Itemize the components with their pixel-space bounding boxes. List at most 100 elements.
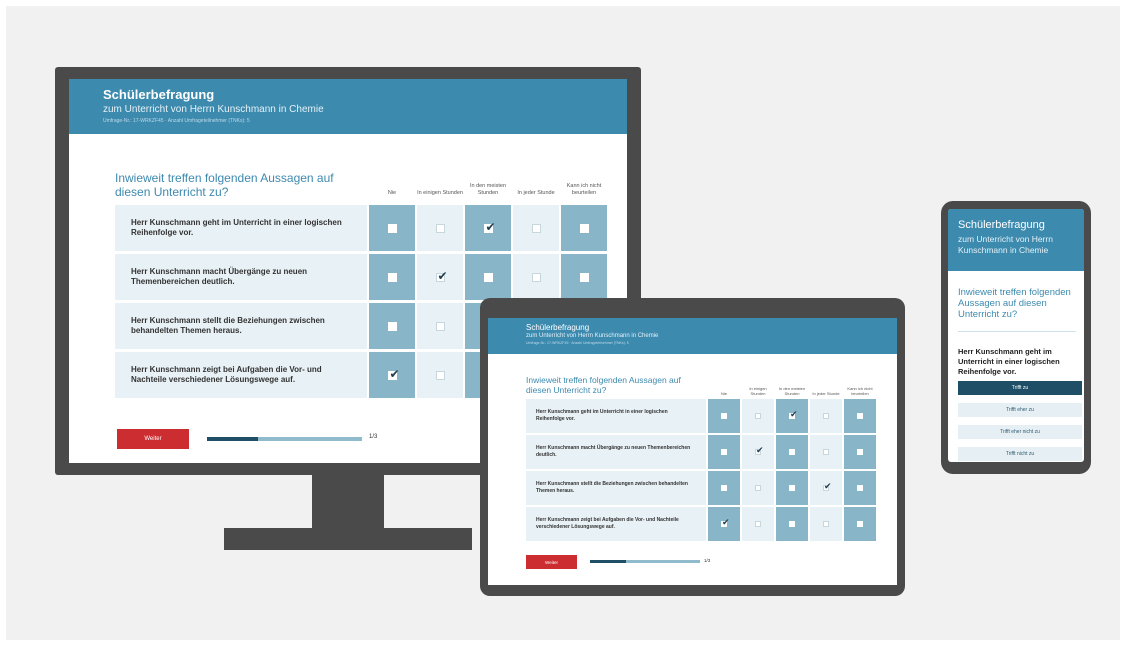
statement-text: Herr Kunschmann macht Übergänge zu neuen…: [526, 435, 706, 469]
checkbox[interactable]: [823, 449, 829, 455]
answer-cell[interactable]: [776, 435, 808, 469]
statement-text: Herr Kunschmann geht im Unterricht in ei…: [526, 399, 706, 433]
survey-header: Schülerbefragung zum Unterricht von Herr…: [69, 79, 627, 134]
answer-cell[interactable]: [742, 435, 774, 469]
question-heading: Inwieweit treffen folgenden Aussagen auf…: [115, 171, 334, 199]
answer-cell[interactable]: [810, 399, 842, 433]
answer-cell[interactable]: [417, 303, 463, 349]
answer-option[interactable]: Trifft eher zu: [958, 403, 1082, 417]
column-header: In jeder Stunde: [517, 190, 555, 196]
checkbox[interactable]: [823, 413, 829, 419]
checkbox[interactable]: [857, 521, 863, 527]
statement-text: Herr Kunschmann stellt die Beziehungen z…: [526, 471, 706, 505]
answer-cell[interactable]: [810, 507, 842, 541]
checkbox[interactable]: [387, 223, 397, 233]
survey-meta: Umfrage-Nr.: 17-WRKZF45 · Anzahl Umfrage…: [526, 341, 629, 345]
checkbox[interactable]: [857, 485, 863, 491]
answer-cell[interactable]: [708, 507, 740, 541]
answer-cell[interactable]: [417, 352, 463, 398]
answer-option[interactable]: Trifft zu: [958, 381, 1082, 395]
answer-cell[interactable]: [708, 435, 740, 469]
checkbox[interactable]: [483, 272, 493, 282]
question-row: Herr Kunschmann stellt die Beziehungen z…: [526, 471, 876, 505]
column-header: Kann ich nicht beurteilen: [847, 386, 873, 396]
answer-cell[interactable]: [776, 507, 808, 541]
checkbox[interactable]: [789, 485, 795, 491]
checkbox[interactable]: [387, 272, 397, 282]
question-heading: Inwieweit treffen folgenden Aussagen auf…: [958, 287, 1071, 320]
checkbox-checked[interactable]: [483, 220, 496, 234]
checkbox[interactable]: [823, 521, 829, 527]
checkbox[interactable]: [789, 449, 795, 455]
answer-cell[interactable]: [561, 254, 607, 300]
answer-cell[interactable]: [465, 254, 511, 300]
checkbox[interactable]: [755, 413, 761, 419]
survey-meta: Umfrage-Nr.: 17-WRKZF45 · Anzahl Umfrage…: [103, 118, 250, 124]
page-indicator: 1/3: [369, 434, 378, 440]
question-row: Herr Kunschmann macht Übergänge zu neuen…: [115, 254, 607, 300]
checkbox-checked[interactable]: [823, 482, 832, 492]
column-header: Kann ich nicht beurteilen: [566, 183, 602, 196]
checkbox[interactable]: [435, 321, 445, 331]
checkbox[interactable]: [857, 449, 863, 455]
answer-cell[interactable]: [369, 254, 415, 300]
answer-cell[interactable]: [369, 352, 415, 398]
next-button[interactable]: Weiter: [117, 429, 189, 449]
question-row: Herr Kunschmann geht im Unterricht in ei…: [115, 205, 607, 251]
answer-cell[interactable]: [708, 399, 740, 433]
checkbox[interactable]: [857, 413, 863, 419]
checkbox[interactable]: [755, 521, 761, 527]
checkbox-checked[interactable]: [755, 446, 764, 456]
answer-cell[interactable]: [369, 205, 415, 251]
answer-cell[interactable]: [513, 254, 559, 300]
answer-cell[interactable]: [369, 303, 415, 349]
answer-cell[interactable]: [742, 507, 774, 541]
answer-cell[interactable]: [417, 254, 463, 300]
checkbox[interactable]: [721, 449, 727, 455]
answer-cell[interactable]: [742, 399, 774, 433]
checkbox-checked[interactable]: [789, 410, 798, 420]
survey-header: Schülerbefragung zum Unterricht von Herr…: [948, 209, 1084, 271]
answer-cell[interactable]: [776, 399, 808, 433]
statement-text: Herr Kunschmann zeigt bei Aufgaben die V…: [115, 352, 367, 398]
checkbox[interactable]: [721, 485, 727, 491]
checkbox[interactable]: [387, 321, 397, 331]
answer-option[interactable]: Trifft nicht zu: [958, 447, 1082, 461]
survey-subtitle: zum Unterricht von Herrn Kunschmann in C…: [958, 234, 1053, 255]
answer-cell[interactable]: [810, 435, 842, 469]
divider: [958, 331, 1076, 332]
checkbox[interactable]: [531, 223, 541, 233]
checkbox[interactable]: [435, 370, 445, 380]
answer-cell[interactable]: [561, 205, 607, 251]
answer-cell[interactable]: [844, 507, 876, 541]
answer-option[interactable]: Trifft eher nicht zu: [958, 425, 1082, 439]
checkbox[interactable]: [579, 272, 589, 282]
checkbox[interactable]: [721, 413, 727, 419]
answer-cell[interactable]: [513, 205, 559, 251]
answer-cell[interactable]: [776, 471, 808, 505]
next-button[interactable]: Weiter: [526, 555, 577, 569]
checkbox-checked[interactable]: [435, 269, 448, 283]
question-row: Herr Kunschmann zeigt bei Aufgaben die V…: [526, 507, 876, 541]
checkbox-checked[interactable]: [387, 367, 400, 381]
answer-cell[interactable]: [465, 205, 511, 251]
column-header: Nie: [720, 391, 727, 396]
checkbox[interactable]: [755, 485, 761, 491]
answer-cell[interactable]: [844, 471, 876, 505]
answer-cell[interactable]: [417, 205, 463, 251]
answer-cell[interactable]: [844, 435, 876, 469]
question-row: Herr Kunschmann geht im Unterricht in ei…: [526, 399, 876, 433]
answer-cell[interactable]: [810, 471, 842, 505]
checkbox[interactable]: [579, 223, 589, 233]
answer-cell[interactable]: [844, 399, 876, 433]
answer-cell[interactable]: [742, 471, 774, 505]
checkbox[interactable]: [531, 272, 541, 282]
checkbox-checked[interactable]: [721, 518, 730, 528]
checkbox[interactable]: [435, 223, 445, 233]
device-mockup-stage: Schülerbefragung zum Unterricht von Herr…: [6, 6, 1120, 640]
column-header: In jeder Stunde: [812, 391, 840, 396]
answer-cell[interactable]: [708, 471, 740, 505]
statement-text: Herr Kunschmann zeigt bei Aufgaben die V…: [526, 507, 706, 541]
column-header: In den meisten Stunden: [778, 386, 806, 396]
checkbox[interactable]: [789, 521, 795, 527]
